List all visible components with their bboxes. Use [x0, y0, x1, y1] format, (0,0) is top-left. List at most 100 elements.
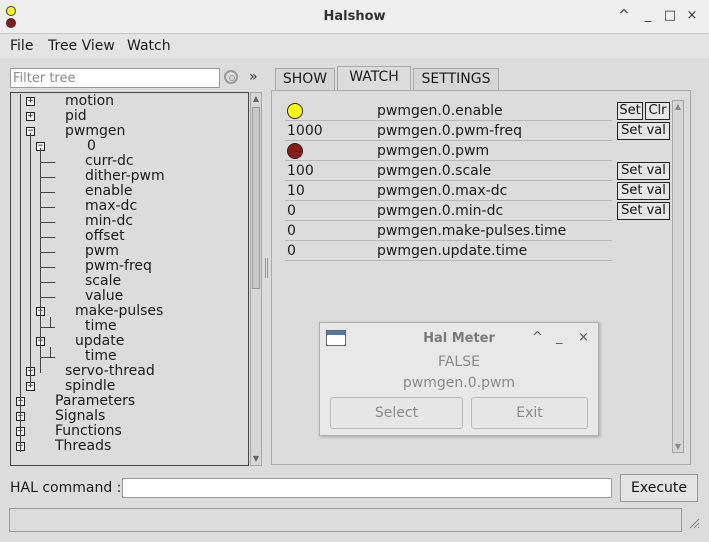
scroll-up-icon[interactable]: ▲ — [674, 102, 682, 111]
scroll-down-icon[interactable]: ▼ — [674, 442, 682, 451]
tree-item[interactable]: enable — [85, 184, 132, 199]
title-bar: Halshow ^ _ □ × — [0, 0, 709, 34]
tree-item[interactable]: make-pulses — [75, 304, 163, 319]
window-title: Halshow — [323, 9, 386, 24]
expand-icon[interactable]: + — [26, 97, 35, 106]
set-value-button[interactable]: Set val — [617, 162, 670, 180]
menu-file[interactable]: File — [10, 38, 33, 54]
tree-item[interactable]: scale — [85, 274, 121, 289]
tree-guide-line — [50, 347, 51, 357]
tree-item[interactable]: Threads — [55, 439, 111, 454]
tree-item[interactable]: 0 — [87, 139, 96, 154]
tree-connector — [41, 237, 55, 238]
close-icon[interactable]: × — [578, 330, 589, 345]
tree-item[interactable]: pwm-freq — [85, 259, 152, 274]
tree-scroll-thumb[interactable] — [252, 107, 260, 289]
watch-pin-name: pwmgen.update.time — [377, 243, 528, 259]
gear-icon[interactable] — [224, 70, 238, 84]
watch-pin-name: pwmgen.0.min-dc — [377, 203, 504, 219]
set-value-button[interactable]: Set val — [617, 202, 670, 220]
watch-value: 0 — [287, 243, 296, 259]
tree-connector — [41, 282, 55, 283]
led-indicator-icon — [287, 103, 303, 119]
watch-value: 0 — [287, 203, 296, 219]
tree-item[interactable]: motion — [65, 94, 114, 109]
watch-row: 100 pwmgen.0.scale — [285, 161, 612, 181]
tree-guide-line — [40, 148, 41, 373]
exit-button[interactable]: Exit — [471, 397, 588, 429]
tree-connector — [41, 267, 55, 268]
tree-item[interactable]: time — [85, 349, 117, 364]
menu-tree-view[interactable]: Tree View — [48, 38, 115, 54]
tree-item[interactable]: Signals — [55, 409, 105, 424]
tree-item[interactable]: pwm — [85, 244, 119, 259]
tree-item[interactable]: max-dc — [85, 199, 137, 214]
watch-row: pwmgen.0.pwm — [285, 141, 612, 161]
tree-item[interactable]: Parameters — [55, 394, 135, 409]
execute-button[interactable]: Execute — [620, 474, 698, 502]
tree-item[interactable]: Functions — [55, 424, 122, 439]
menu-watch[interactable]: Watch — [127, 38, 171, 54]
tree-connector — [41, 207, 55, 208]
hal-meter-dialog: Hal Meter ^ _ × FALSE pwmgen.0.pwm Selec… — [319, 322, 599, 436]
tab-watch[interactable]: WATCH — [337, 66, 411, 91]
tree-item[interactable]: dither-pwm — [85, 169, 165, 184]
meter-value: FALSE — [438, 354, 480, 370]
watch-row: 0 pwmgen.update.time — [285, 241, 612, 261]
close-icon[interactable]: × — [684, 8, 700, 24]
filter-tree-input[interactable] — [10, 68, 220, 88]
watch-value: 1000 — [287, 123, 323, 139]
expand-panel-icon[interactable]: » — [249, 69, 258, 85]
hal-command-input[interactable] — [122, 478, 612, 498]
maximize-icon[interactable]: □ — [662, 8, 678, 24]
set-value-button[interactable]: Set val — [617, 182, 670, 200]
scroll-down-icon[interactable]: ▼ — [252, 454, 260, 464]
set-value-button[interactable]: Set val — [617, 122, 670, 140]
resize-grip-icon[interactable] — [688, 517, 700, 529]
tree-item[interactable]: pwmgen — [65, 124, 125, 139]
status-bar — [9, 508, 682, 532]
pane-splitter[interactable] — [265, 258, 268, 278]
watch-pin-name: pwmgen.0.scale — [377, 163, 492, 179]
tree-guide-line — [50, 317, 51, 327]
watch-row: pwmgen.0.enable — [285, 101, 612, 121]
tree-connector — [41, 177, 55, 178]
tab-show[interactable]: SHOW — [275, 68, 335, 90]
watch-pin-name: pwmgen.0.pwm-freq — [377, 123, 523, 139]
expand-icon[interactable]: + — [26, 112, 35, 121]
watch-row: 0 pwmgen.make-pulses.time — [285, 221, 612, 241]
minimize-icon[interactable]: ^ — [616, 8, 632, 24]
minimize-icon[interactable]: ^ — [532, 330, 543, 345]
set-button[interactable]: Set — [617, 102, 643, 120]
tree-connector — [41, 357, 55, 358]
tree-item[interactable]: time — [85, 319, 117, 334]
tree-item[interactable]: value — [85, 289, 123, 304]
tree-item[interactable]: servo-thread — [65, 364, 155, 379]
restore-icon[interactable]: _ — [556, 330, 563, 345]
watch-row: 1000 pwmgen.0.pwm-freq — [285, 121, 612, 141]
scroll-up-icon[interactable]: ▲ — [252, 94, 260, 104]
tree-scrollbar[interactable]: ▲ ▼ — [250, 92, 262, 466]
hal-tree[interactable]: + motion + pid − pwmgen −0 curr-dc dither-pwm ena… — [10, 92, 249, 466]
watch-pin-name: pwmgen.make-pulses.time — [377, 223, 567, 239]
tree-item[interactable]: pid — [65, 109, 87, 124]
tree-item[interactable]: spindle — [65, 379, 115, 394]
tree-item[interactable]: min-dc — [85, 214, 133, 229]
restore-icon[interactable]: _ — [640, 8, 656, 24]
watch-pin-name: pwmgen.0.max-dc — [377, 183, 508, 199]
tab-settings[interactable]: SETTINGS — [413, 68, 499, 90]
select-button[interactable]: Select — [330, 397, 463, 429]
clear-button[interactable]: Clr — [645, 102, 670, 120]
tree-connector — [41, 297, 55, 298]
watch-scrollbar[interactable]: ▲ ▼ — [672, 100, 684, 453]
tree-item[interactable]: update — [75, 334, 124, 349]
meter-pin-name: pwmgen.0.pwm — [402, 375, 516, 391]
watch-row: 10 pwmgen.0.max-dc — [285, 181, 612, 201]
tree-item[interactable]: curr-dc — [85, 154, 134, 169]
expand-icon[interactable]: + — [26, 382, 35, 391]
led-indicator-icon — [287, 143, 303, 159]
tree-connector — [41, 222, 55, 223]
tree-item[interactable]: offset — [85, 229, 125, 244]
tree-connector — [41, 252, 55, 253]
tree-connector — [41, 192, 55, 193]
